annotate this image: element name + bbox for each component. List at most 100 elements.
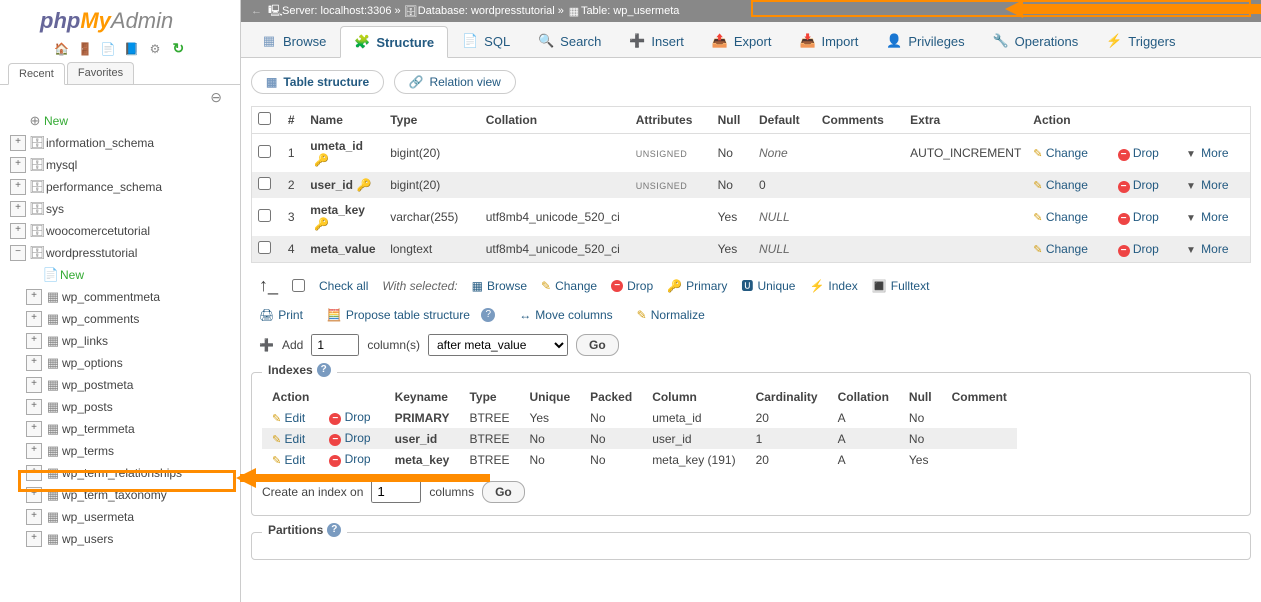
fulltext-selected[interactable]: 🔳Fulltext [872, 279, 930, 293]
tab-search[interactable]: 🔍Search [524, 25, 615, 57]
browse-selected[interactable]: ▦Browse [472, 279, 527, 293]
change-selected[interactable]: ✎Change [541, 279, 597, 293]
tab-import[interactable]: 📥Import [785, 25, 872, 57]
logo[interactable]: phpMyAdmin [0, 0, 240, 36]
change-link[interactable]: ✎ Change [1033, 242, 1088, 256]
expand-icon[interactable]: + [26, 355, 42, 371]
index-selected[interactable]: ⚡Index [809, 279, 857, 293]
expand-icon[interactable]: + [26, 443, 42, 459]
more-link[interactable]: ▼ More [1186, 242, 1229, 256]
subtab-table-structure[interactable]: ▦Table structure [251, 70, 384, 94]
expand-icon[interactable]: + [26, 333, 42, 349]
collapse-panel-icon[interactable]: ⊖ [0, 85, 240, 106]
expand-icon[interactable]: + [26, 487, 42, 503]
checkall-link[interactable]: Check all [319, 279, 368, 293]
edit-index-link[interactable]: ✎ Edit [272, 411, 305, 425]
help-icon[interactable]: ? [481, 308, 495, 322]
row-checkbox[interactable] [258, 209, 271, 222]
expand-icon[interactable]: + [26, 509, 42, 525]
drop-link[interactable]: − Drop [1118, 146, 1159, 160]
create-index-count[interactable] [371, 480, 421, 503]
tab-export[interactable]: 📤Export [698, 25, 786, 57]
expand-icon[interactable]: + [10, 157, 26, 173]
expand-icon[interactable]: + [10, 201, 26, 217]
help-icon[interactable]: ? [327, 523, 341, 537]
tree-table[interactable]: +▦wp_commentmeta [10, 286, 240, 308]
drop-index-link[interactable]: − Drop [329, 452, 370, 466]
tab-browse[interactable]: ▦Browse [247, 25, 340, 57]
db-link[interactable]: wordpresstutorial [471, 5, 555, 17]
add-go-button[interactable]: Go [576, 334, 619, 356]
reload-icon[interactable] [170, 40, 186, 56]
tree-db[interactable]: +🗄information_schema [10, 132, 240, 154]
tree-table[interactable]: +▦wp_term_taxonomy [10, 484, 240, 506]
recent-tab[interactable]: Recent [8, 63, 65, 85]
row-checkbox[interactable] [258, 177, 271, 190]
create-index-go[interactable]: Go [482, 481, 525, 503]
expand-icon[interactable]: + [26, 465, 42, 481]
expand-icon[interactable]: + [26, 311, 42, 327]
tree-table[interactable]: +▦wp_options [10, 352, 240, 374]
checkall-checkbox[interactable] [292, 279, 305, 292]
change-link[interactable]: ✎ Change [1033, 146, 1088, 160]
drop-index-link[interactable]: − Drop [329, 431, 370, 445]
tab-sql[interactable]: 📄SQL [448, 25, 524, 57]
more-link[interactable]: ▼ More [1186, 146, 1229, 160]
drop-selected[interactable]: −Drop [611, 279, 653, 293]
tree-db-expanded[interactable]: −🗄wordpresstutorial [10, 242, 240, 264]
tab-insert[interactable]: ➕Insert [615, 25, 698, 57]
edit-index-link[interactable]: ✎ Edit [272, 453, 305, 467]
tree-new-table[interactable]: 📄 New [10, 264, 240, 286]
tab-privileges[interactable]: 👤Privileges [872, 25, 978, 57]
home-icon[interactable] [54, 42, 70, 58]
more-link[interactable]: ▼ More [1186, 210, 1229, 224]
expand-icon[interactable]: + [10, 223, 26, 239]
tab-triggers[interactable]: ⚡Triggers [1092, 25, 1189, 57]
row-checkbox[interactable] [258, 145, 271, 158]
tree-new[interactable]: ⊕ New [10, 110, 240, 132]
add-count-input[interactable] [311, 334, 359, 356]
favorites-tab[interactable]: Favorites [67, 62, 134, 84]
change-link[interactable]: ✎ Change [1033, 210, 1088, 224]
tree-table[interactable]: +▦wp_comments [10, 308, 240, 330]
tree-db[interactable]: +🗄performance_schema [10, 176, 240, 198]
expand-icon[interactable]: + [26, 399, 42, 415]
expand-icon[interactable]: + [26, 289, 42, 305]
help-icon[interactable]: ? [317, 363, 331, 377]
tree-table[interactable]: +▦wp_term_relationships [10, 462, 240, 484]
tree-db[interactable]: +🗄mysql [10, 154, 240, 176]
tree-table[interactable]: +▦wp_postmeta [10, 374, 240, 396]
expand-icon[interactable]: + [26, 531, 42, 547]
tab-structure[interactable]: 🧩Structure [340, 26, 448, 58]
normalize-link[interactable]: ✎Normalize [637, 308, 705, 322]
server-link[interactable]: localhost:3306 [321, 5, 392, 17]
row-checkbox[interactable] [258, 241, 271, 254]
change-link[interactable]: ✎ Change [1033, 178, 1088, 192]
settings-icon[interactable] [147, 42, 163, 58]
propose-link[interactable]: 🧮Propose table structure ? [327, 308, 495, 322]
primary-selected[interactable]: 🔑Primary [667, 279, 727, 293]
logout-icon[interactable] [77, 42, 93, 58]
tree-table[interactable]: +▦wp_links [10, 330, 240, 352]
tree-table[interactable]: +▦wp_users [10, 528, 240, 550]
unique-selected[interactable]: 🆄Unique [741, 277, 795, 294]
expand-icon[interactable]: + [10, 179, 26, 195]
collapse-icon[interactable]: − [10, 245, 26, 261]
tree-db[interactable]: +🗄sys [10, 198, 240, 220]
docs-icon[interactable] [124, 42, 140, 58]
tree-db[interactable]: +🗄woocomercetutorial [10, 220, 240, 242]
move-columns-link[interactable]: ↔Move columns [519, 308, 612, 322]
select-all-checkbox[interactable] [258, 112, 271, 125]
expand-icon[interactable]: + [10, 135, 26, 151]
tab-operations[interactable]: 🔧Operations [979, 25, 1093, 57]
expand-icon[interactable]: + [26, 377, 42, 393]
query-window-icon[interactable] [100, 42, 116, 58]
table-link[interactable]: wp_usermeta [613, 5, 679, 17]
tree-table[interactable]: +▦wp_termmeta [10, 418, 240, 440]
print-link[interactable]: 🖨Print [259, 308, 303, 322]
subtab-relation-view[interactable]: 🔗Relation view [394, 70, 516, 94]
back-icon[interactable]: ← [251, 5, 262, 17]
expand-icon[interactable]: + [26, 421, 42, 437]
edit-index-link[interactable]: ✎ Edit [272, 432, 305, 446]
tree-table[interactable]: +▦wp_terms [10, 440, 240, 462]
